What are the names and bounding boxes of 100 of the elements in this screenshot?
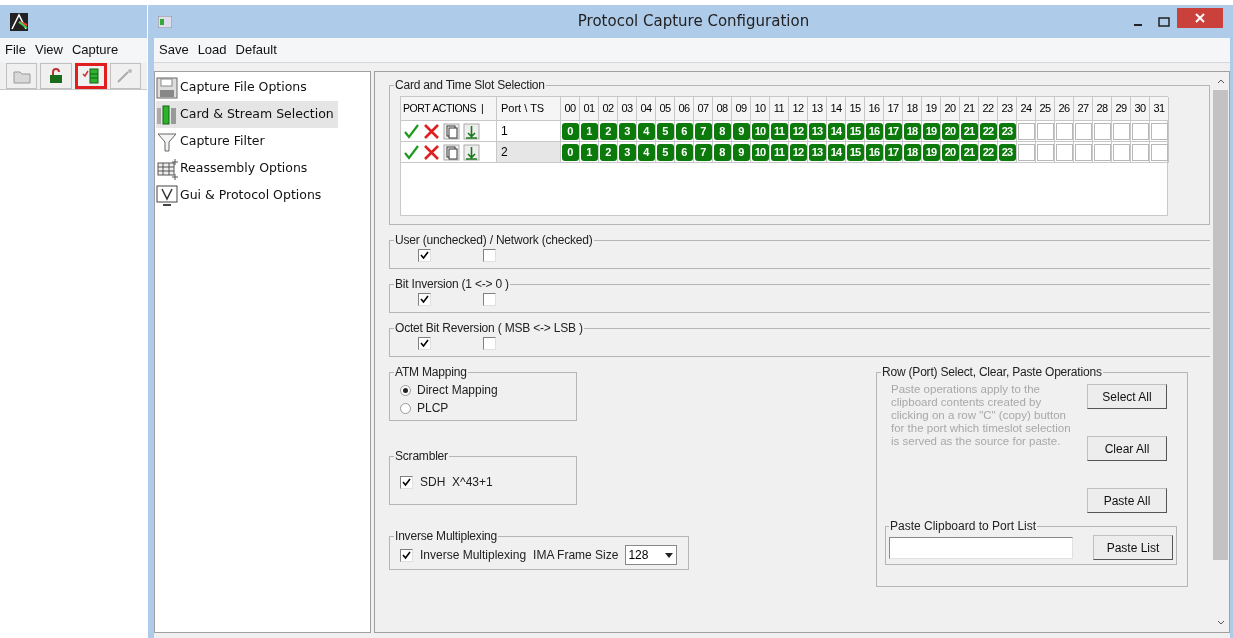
navigation-item[interactable]: Capture File Options: [156, 74, 311, 101]
time-slot-toggle[interactable]: 14: [827, 122, 845, 140]
time-slot-toggle[interactable]: 17: [884, 143, 902, 161]
toolbar-button[interactable]: [74, 62, 107, 89]
time-slot-toggle[interactable]: 5: [656, 143, 674, 161]
check-icon[interactable]: [403, 122, 420, 140]
checkbox[interactable]: [418, 293, 431, 306]
navigation-item[interactable]: Gui & Protocol Options: [156, 182, 326, 209]
time-slot-toggle[interactable]: 20: [941, 122, 959, 140]
time-slot-toggle[interactable]: 3: [618, 122, 636, 140]
time-slot-toggle[interactable]: [1017, 143, 1035, 161]
time-slot-toggle[interactable]: [1150, 122, 1168, 140]
menu-item[interactable]: Load: [197, 40, 227, 60]
time-slot-toggle[interactable]: [1112, 143, 1130, 161]
frame-size-dropdown[interactable]: 128: [625, 545, 678, 565]
time-slot-toggle[interactable]: 21: [960, 122, 978, 140]
time-slot-toggle[interactable]: [1131, 122, 1149, 140]
time-slot-toggle[interactable]: 10: [751, 122, 769, 140]
time-slot-toggle[interactable]: 5: [656, 122, 674, 140]
close-icon[interactable]: [423, 143, 440, 161]
time-slot-toggle[interactable]: 7: [694, 143, 712, 161]
close-button[interactable]: [1177, 7, 1223, 28]
checkbox[interactable]: [483, 293, 496, 306]
time-slot-toggle[interactable]: 2: [599, 122, 617, 140]
checkbox[interactable]: [418, 337, 431, 350]
menu-item[interactable]: Default: [235, 40, 277, 60]
time-slot-toggle[interactable]: 2: [599, 143, 617, 161]
time-slot-toggle[interactable]: 12: [789, 143, 807, 161]
time-slot-toggle[interactable]: 10: [751, 143, 769, 161]
time-slot-toggle[interactable]: 12: [789, 122, 807, 140]
time-slot-toggle[interactable]: 23: [998, 143, 1016, 161]
menu-item[interactable]: Save: [159, 40, 189, 60]
action-button[interactable]: Paste All: [1087, 488, 1167, 513]
time-slot-toggle[interactable]: [1131, 143, 1149, 161]
checkbox[interactable]: [418, 249, 431, 262]
time-slot-toggle[interactable]: [1036, 143, 1054, 161]
time-slot-toggle[interactable]: 1: [580, 143, 598, 161]
toolbar-button[interactable]: [40, 62, 72, 89]
copy-icon[interactable]: [443, 122, 460, 140]
menu-item[interactable]: View: [34, 40, 63, 60]
copy-icon[interactable]: [443, 143, 460, 161]
time-slot-toggle[interactable]: 16: [865, 143, 883, 161]
time-slot-toggle[interactable]: 9: [732, 122, 750, 140]
checkbox[interactable]: [483, 337, 496, 350]
time-slot-toggle[interactable]: 17: [884, 122, 902, 140]
time-slot-toggle[interactable]: [1112, 122, 1130, 140]
time-slot-toggle[interactable]: 20: [941, 143, 959, 161]
time-slot-toggle[interactable]: [1017, 122, 1035, 140]
radio-button[interactable]: [400, 402, 411, 414]
time-slot-toggle[interactable]: [1036, 122, 1054, 140]
time-slot-toggle[interactable]: 4: [637, 143, 655, 161]
time-slot-toggle[interactable]: 13: [808, 143, 826, 161]
time-slot-toggle[interactable]: 19: [922, 122, 940, 140]
time-slot-toggle[interactable]: 8: [713, 122, 731, 140]
time-slot-toggle[interactable]: 23: [998, 122, 1016, 140]
time-slot-toggle[interactable]: 14: [827, 143, 845, 161]
time-slot-toggle[interactable]: [1150, 143, 1168, 161]
paste-icon[interactable]: [463, 122, 480, 140]
time-slot-toggle[interactable]: 0: [561, 122, 579, 140]
menu-item[interactable]: Capture: [71, 40, 119, 60]
time-slot-toggle[interactable]: [1093, 122, 1111, 140]
time-slot-toggle[interactable]: [1074, 122, 1092, 140]
close-icon[interactable]: [423, 122, 440, 140]
navigation-item[interactable]: Card & Stream Selection: [156, 101, 338, 128]
time-slot-toggle[interactable]: 6: [675, 122, 693, 140]
time-slot-toggle[interactable]: 6: [675, 143, 693, 161]
time-slot-toggle[interactable]: 8: [713, 143, 731, 161]
time-slot-toggle[interactable]: 13: [808, 122, 826, 140]
time-slot-toggle[interactable]: 22: [979, 143, 997, 161]
action-button[interactable]: Clear All: [1087, 436, 1167, 461]
radio-button[interactable]: [400, 384, 411, 396]
time-slot-toggle[interactable]: 19: [922, 143, 940, 161]
time-slot-toggle[interactable]: 0: [561, 143, 579, 161]
time-slot-toggle[interactable]: 3: [618, 143, 636, 161]
checkbox[interactable]: [400, 548, 413, 562]
port-cell[interactable]: 1: [497, 121, 561, 142]
navigation-item[interactable]: Capture Filter: [156, 128, 269, 155]
time-slot-toggle[interactable]: 7: [694, 122, 712, 140]
navigation-item[interactable]: Reassembly Options: [156, 155, 312, 182]
time-slot-toggle[interactable]: 18: [903, 143, 921, 161]
time-slot-toggle[interactable]: 16: [865, 122, 883, 140]
time-slot-toggle[interactable]: 4: [637, 122, 655, 140]
check-icon[interactable]: [403, 143, 420, 161]
checkbox[interactable]: [400, 475, 413, 489]
time-slot-toggle[interactable]: 1: [580, 122, 598, 140]
time-slot-toggle[interactable]: 22: [979, 122, 997, 140]
time-slot-toggle[interactable]: [1093, 143, 1111, 161]
time-slot-toggle[interactable]: 18: [903, 122, 921, 140]
scrollbar-thumb[interactable]: [1213, 90, 1228, 560]
paste-icon[interactable]: [463, 143, 480, 161]
time-slot-toggle[interactable]: 15: [846, 122, 864, 140]
port-cell[interactable]: 2: [497, 142, 561, 163]
time-slot-toggle[interactable]: [1074, 143, 1092, 161]
paste-list-button[interactable]: Paste List: [1093, 535, 1173, 560]
time-slot-toggle[interactable]: [1055, 143, 1073, 161]
time-slot-toggle[interactable]: 11: [770, 122, 788, 140]
time-slot-toggle[interactable]: 21: [960, 143, 978, 161]
time-slot-toggle[interactable]: 11: [770, 143, 788, 161]
action-button[interactable]: Select All: [1087, 384, 1167, 409]
port-list-input[interactable]: [889, 536, 1073, 559]
